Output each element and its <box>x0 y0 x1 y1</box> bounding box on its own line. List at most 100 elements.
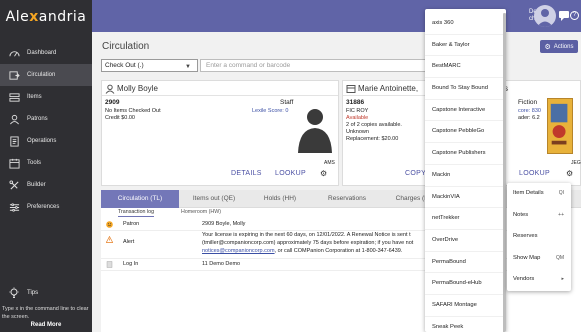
log-label: Alert <box>123 239 135 245</box>
patron-barcode: 2909 <box>105 99 120 106</box>
actions-label: Actions <box>553 43 574 50</box>
patron-lexile: Lexile Score: 0 <box>252 108 289 114</box>
vendor-item-overdrive[interactable]: OverDrive <box>425 230 506 252</box>
menu-item-details[interactable]: Item Details QI <box>507 183 571 205</box>
patron-site: AMS <box>324 160 335 166</box>
item-genre: Fiction <box>518 99 538 106</box>
chat-icon[interactable] <box>558 10 570 22</box>
log-message-text: , or call COMPanion Corporation at 1-800… <box>274 248 403 254</box>
patrons-icon <box>8 113 20 125</box>
vendor-item-capstone-publishers[interactable]: Capstone Publishers <box>425 143 506 165</box>
log-message: 2909 Boyle, Molly <box>202 221 246 227</box>
item-lookup-link[interactable]: LOOKUP <box>519 170 550 177</box>
menu-item-notes[interactable]: Notes ++ <box>507 205 571 227</box>
vendor-item-capstone-interactive[interactable]: Capstone Interactive <box>425 100 506 122</box>
notices-email-link[interactable]: notices@companioncorp.com <box>202 248 275 254</box>
item-call-number: FIC ROY <box>346 108 369 114</box>
divider <box>102 95 338 96</box>
preferences-icon <box>8 201 20 213</box>
vendor-item-bestmarc[interactable]: BestMARC <box>425 56 506 79</box>
help-icon[interactable]: ? <box>570 11 579 20</box>
patron-panel: Molly Boyle 2909 Staff No Items Checked … <box>101 80 339 186</box>
patron-lookup-link[interactable]: LOOKUP <box>275 170 306 177</box>
vendor-item-bound-to-stay-bound[interactable]: Bound To Stay Bound <box>425 78 506 100</box>
log-label: Log In <box>123 261 139 267</box>
patron-credit: Credit $0.00 <box>105 115 135 121</box>
operations-icon <box>8 135 20 147</box>
menu-item-shortcut: QI <box>558 190 564 196</box>
sidebar-item-tools[interactable]: Tools <box>0 152 92 174</box>
patron-name[interactable]: Molly Boyle <box>117 84 158 93</box>
patron-details-link[interactable]: DETAILS <box>231 170 262 177</box>
sidebar-item-builder[interactable]: Builder <box>0 174 92 196</box>
items-icon <box>8 91 20 103</box>
subtab-transaction-log[interactable]: Transaction log <box>118 209 155 217</box>
vendor-item-permabound[interactable]: PermaBound <box>425 252 506 274</box>
vendor-item-axis-360[interactable]: axis 360 <box>425 13 506 35</box>
tab-items-out[interactable]: Items out (QE) <box>179 190 249 208</box>
sidebar-item-label: Circulation <box>27 72 56 78</box>
smiley-icon <box>106 221 113 228</box>
scrollbar-thumb[interactable] <box>503 13 506 332</box>
log-message-line: Your license is expiring in the next 60 … <box>202 232 411 238</box>
menu-item-show-map[interactable]: Show Map QM <box>507 248 571 270</box>
read-more-link[interactable]: Read More <box>0 322 92 328</box>
chevron-down-icon: ▼ <box>185 64 191 70</box>
tip-text: Type x in the command line to clear the … <box>2 306 89 320</box>
sidebar-item-preferences[interactable]: Preferences <box>0 196 92 218</box>
tab-reservations[interactable]: Reservations <box>311 190 383 208</box>
actions-button[interactable]: ⚙ Actions <box>540 40 578 53</box>
item-title[interactable]: Marie Antoinette, <box>358 84 418 93</box>
logo-text-end: andria <box>38 9 87 25</box>
command-mode-select[interactable]: Check Out (.) ▼ <box>101 59 198 72</box>
tips-label: Tips <box>27 290 39 296</box>
circulation-icon <box>8 69 20 81</box>
command-input[interactable]: Enter a command or barcode <box>200 59 430 72</box>
item-context-menu: Item Details QI Notes ++ Reserves Show Map… <box>507 183 571 291</box>
sidebar-item-circulation[interactable]: Circulation <box>0 64 92 86</box>
vendor-item-nettrekker[interactable]: netTrekker <box>425 208 506 230</box>
sidebar-item-label: Operations <box>27 138 57 144</box>
alexandria-logo[interactable]: Ale x andria <box>0 0 92 34</box>
item-copy-link[interactable]: COPY <box>405 170 426 177</box>
vendors-submenu: axis 360 Baker & Taylor BestMARC Bound T… <box>425 9 506 332</box>
dashboard-icon <box>8 47 20 59</box>
avatar[interactable] <box>534 5 556 27</box>
vendor-item-permabound-ehub[interactable]: PermaBound-eHub <box>425 273 506 295</box>
sidebar-item-items[interactable]: Items <box>0 86 92 108</box>
vendor-item-sneak-peek[interactable]: Sneak Peek <box>425 317 506 332</box>
vendor-item-safari-montage[interactable]: SAFARI Montage <box>425 295 506 317</box>
sidebar-item-label: Patrons <box>27 116 48 122</box>
log-message-line: (tmiller@companioncorp.com) approximatel… <box>202 240 414 246</box>
subtab-homeroom[interactable]: Homeroom (HW) <box>181 209 221 215</box>
vendor-item-mackinvia[interactable]: MackinVIA <box>425 187 506 209</box>
menu-item-vendors[interactable]: Vendors ▸ <box>507 269 571 291</box>
item-barcode: 31886 <box>346 99 365 106</box>
sidebar-item-patrons[interactable]: Patrons <box>0 108 92 130</box>
item-site: JEG <box>571 160 581 166</box>
vendor-item-capstone-pebblego[interactable]: Capstone PebbleGo <box>425 121 506 144</box>
menu-item-reserves[interactable]: Reserves <box>507 226 571 248</box>
command-mode-value: Check Out (.) <box>105 62 144 69</box>
log-message: 11 Demo Demo <box>202 261 241 267</box>
chevron-right-icon: ▸ <box>561 276 564 282</box>
gear-icon[interactable]: ⚙ <box>566 169 573 178</box>
log-label: Patron <box>123 221 140 227</box>
menu-item-label: Reserves <box>513 233 538 239</box>
item-extra-panel: s Fiction core: 830 ader: 6.2 JEG LOOKUP… <box>503 80 581 186</box>
sidebar-item-dashboard[interactable]: Dashboard <box>0 42 92 64</box>
tips-button[interactable]: Tips <box>0 287 92 299</box>
vendor-item-baker-taylor[interactable]: Baker & Taylor <box>425 35 506 57</box>
vendor-item-mackin[interactable]: Mackin <box>425 165 506 187</box>
patron-type: Staff <box>280 99 294 106</box>
sidebar-item-operations[interactable]: Operations <box>0 130 92 152</box>
tab-circulation[interactable]: Circulation (TL) <box>101 190 179 208</box>
top-bar: Demo chool ? <box>92 0 581 32</box>
menu-item-shortcut: QM <box>555 254 564 261</box>
document-icon <box>106 261 113 268</box>
item-condition: Unknown <box>346 129 369 135</box>
lightbulb-icon <box>8 287 20 299</box>
gear-icon[interactable]: ⚙ <box>320 169 327 178</box>
tab-holds[interactable]: Holds (HH) <box>249 190 311 208</box>
patron-icon <box>105 84 115 94</box>
